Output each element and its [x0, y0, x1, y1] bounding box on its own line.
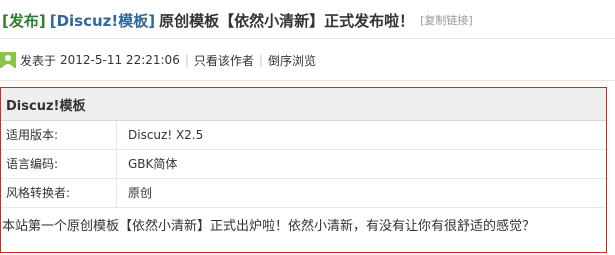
- copy-link-button[interactable]: [复制链接]: [420, 12, 473, 28]
- post-meta-bar: 发表于 2012-5-11 22:21:06 | 只看该作者 | 倒序浏览: [0, 50, 615, 70]
- post-body-text: 本站第一个原创模板【依然小清新】正式出炉啦！依然小清新，有没有让你有很舒适的感觉…: [2, 219, 536, 234]
- thread-title: 原创模板【依然小清新】正式发布啦！: [159, 11, 415, 30]
- info-row-encoding: 语言编码: GBK简体: [1, 150, 606, 179]
- info-label: 语言编码:: [6, 157, 59, 171]
- posted-label: 发表于: [20, 53, 57, 68]
- title-divider: [0, 38, 615, 39]
- thread-category-link[interactable]: [Discuz!模板]: [50, 10, 155, 31]
- info-row-converter: 风格转换者: 原创: [1, 179, 606, 208]
- only-author-link[interactable]: 只看该作者: [194, 52, 254, 69]
- info-value: 原创: [128, 186, 153, 200]
- info-value: GBK简体: [128, 157, 178, 171]
- info-value: Discuz! X2.5: [128, 128, 204, 142]
- reverse-order-link[interactable]: 倒序浏览: [268, 52, 316, 69]
- info-label: 风格转换者:: [6, 186, 71, 200]
- info-label: 适用版本:: [6, 128, 59, 142]
- info-row-version: 适用版本: Discuz! X2.5: [1, 121, 606, 150]
- meta-separator: |: [258, 53, 263, 67]
- user-icon: [0, 52, 16, 68]
- thread-prefix-link[interactable]: [发布]: [2, 10, 46, 31]
- posted-time: 2012-5-11 22:21:06: [60, 53, 180, 67]
- template-info-box: Discuz!模板 适用版本: Discuz! X2.5 语言编码: GBK简体…: [0, 87, 607, 253]
- thread-title-bar: [发布] [Discuz!模板] 原创模板【依然小清新】正式发布啦！ [复制链接…: [2, 5, 613, 35]
- meta-separator: |: [184, 53, 189, 67]
- meta-divider: [0, 80, 615, 81]
- info-box-heading: Discuz!模板: [1, 88, 606, 121]
